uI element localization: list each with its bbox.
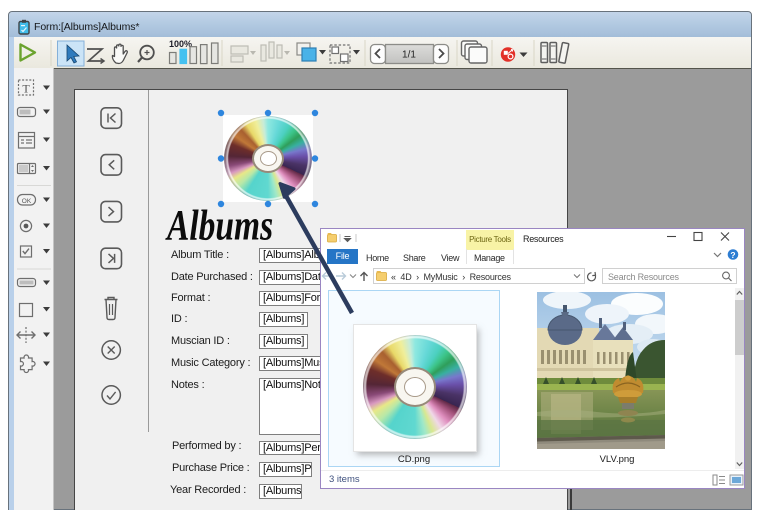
svg-text:?: ? <box>730 250 735 260</box>
svg-text:OK: OK <box>22 198 32 205</box>
svg-text:100%: 100% <box>169 39 192 49</box>
svg-text:T: T <box>22 82 30 96</box>
svg-text:1/1: 1/1 <box>402 50 416 61</box>
